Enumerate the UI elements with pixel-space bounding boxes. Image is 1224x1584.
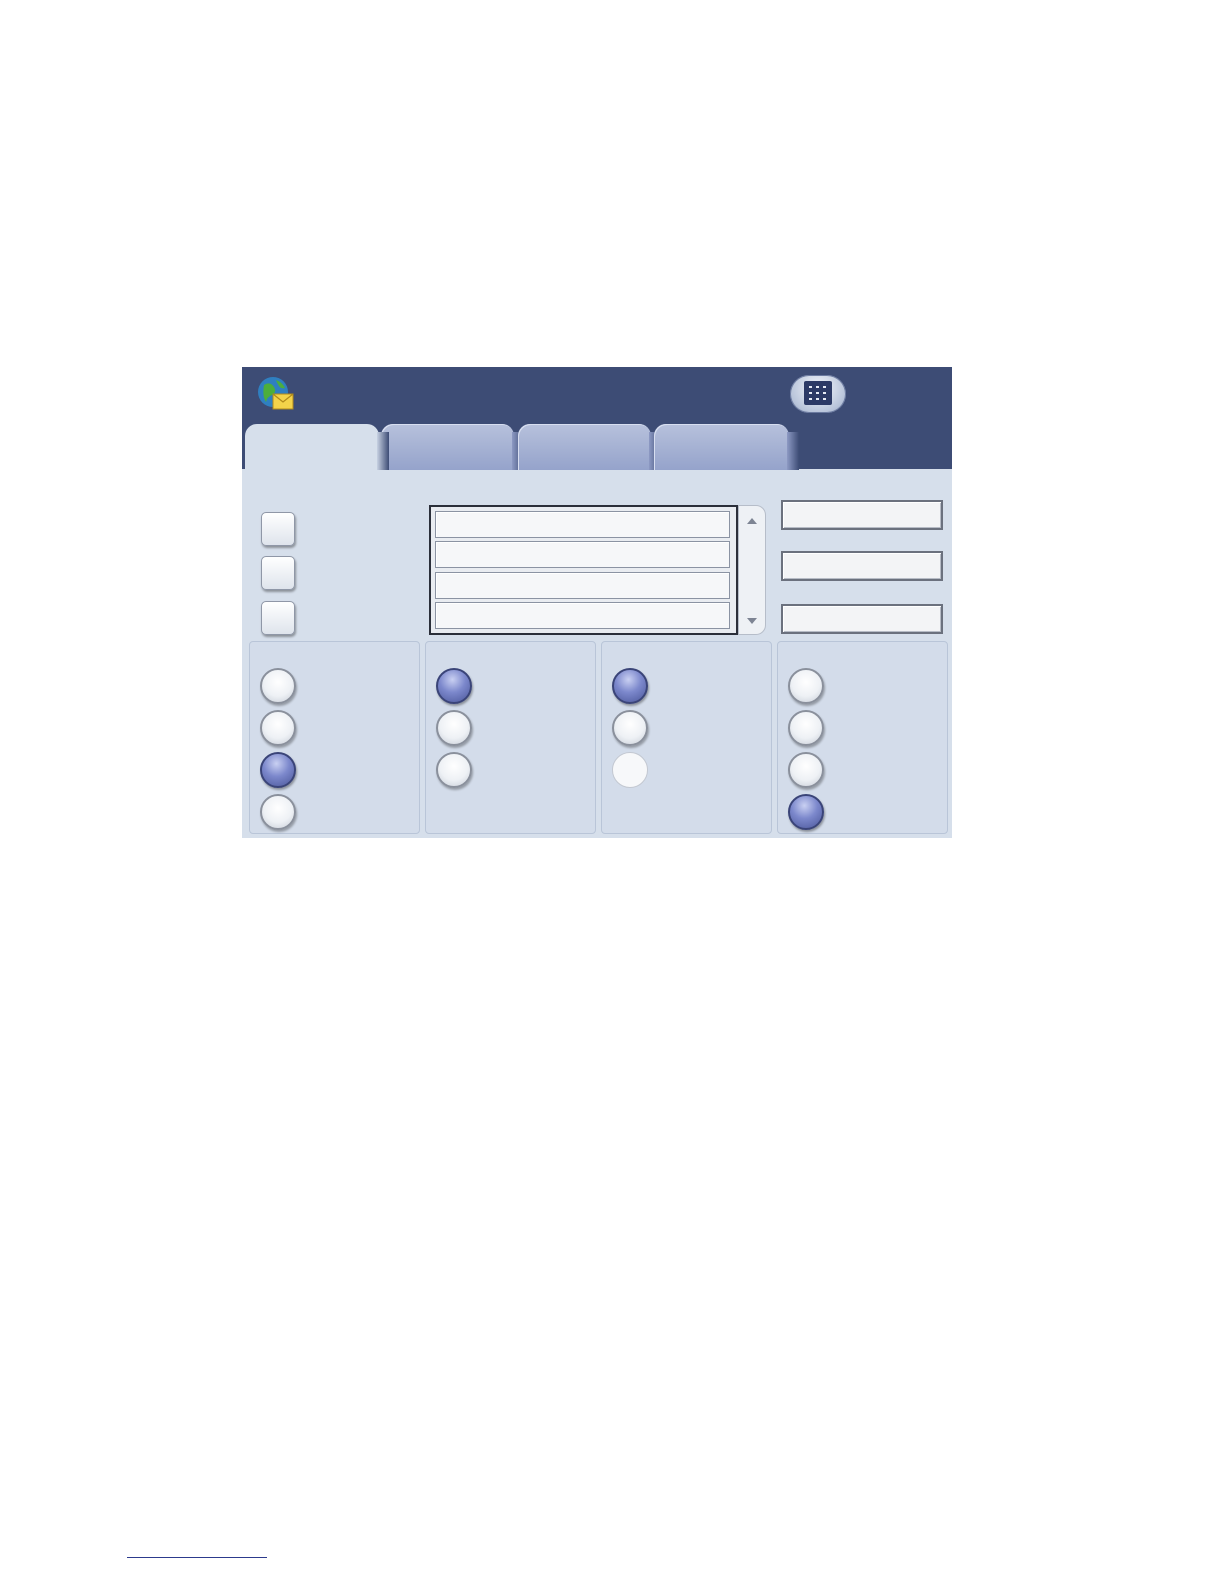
- list-scrollbar[interactable]: [738, 505, 766, 635]
- tab-1[interactable]: [245, 424, 389, 470]
- option-panel-1: [249, 641, 420, 834]
- option-panel-4: [777, 641, 948, 834]
- radio-option-selected[interactable]: [788, 794, 824, 830]
- radio-option[interactable]: [788, 752, 824, 788]
- keypad-button[interactable]: [790, 375, 846, 413]
- tab-3[interactable]: [518, 424, 661, 470]
- radio-option[interactable]: [260, 794, 296, 830]
- keypad-icon: [804, 381, 832, 405]
- option-panel-2: [425, 641, 596, 834]
- tab-4[interactable]: [654, 424, 799, 470]
- radio-option[interactable]: [788, 668, 824, 704]
- list-item[interactable]: [435, 572, 730, 599]
- radio-option[interactable]: [436, 752, 472, 788]
- radio-option-selected[interactable]: [436, 668, 472, 704]
- list-item[interactable]: [435, 541, 730, 568]
- radio-option-selected[interactable]: [260, 752, 296, 788]
- tab-2[interactable]: [381, 424, 524, 470]
- radio-option[interactable]: [612, 710, 648, 746]
- side-button-3[interactable]: [781, 604, 943, 634]
- radio-option-disabled: [612, 752, 648, 788]
- list-item[interactable]: [435, 511, 730, 538]
- radio-option[interactable]: [436, 710, 472, 746]
- checkbox-2[interactable]: [261, 556, 295, 590]
- scan-screen: [242, 367, 952, 838]
- selection-list: [429, 505, 738, 635]
- footnote-rule: [127, 1557, 267, 1558]
- radio-option[interactable]: [788, 710, 824, 746]
- radio-option[interactable]: [260, 668, 296, 704]
- radio-option-selected[interactable]: [612, 668, 648, 704]
- globe-email-icon: [258, 377, 294, 410]
- scroll-down-icon[interactable]: [746, 616, 758, 626]
- scroll-up-icon[interactable]: [746, 516, 758, 526]
- radio-option[interactable]: [260, 710, 296, 746]
- checkbox-3[interactable]: [261, 601, 295, 635]
- side-button-1[interactable]: [781, 500, 943, 530]
- option-panel-3: [601, 641, 772, 834]
- side-button-2[interactable]: [781, 551, 943, 581]
- checkbox-1[interactable]: [261, 512, 295, 546]
- list-item[interactable]: [435, 602, 730, 629]
